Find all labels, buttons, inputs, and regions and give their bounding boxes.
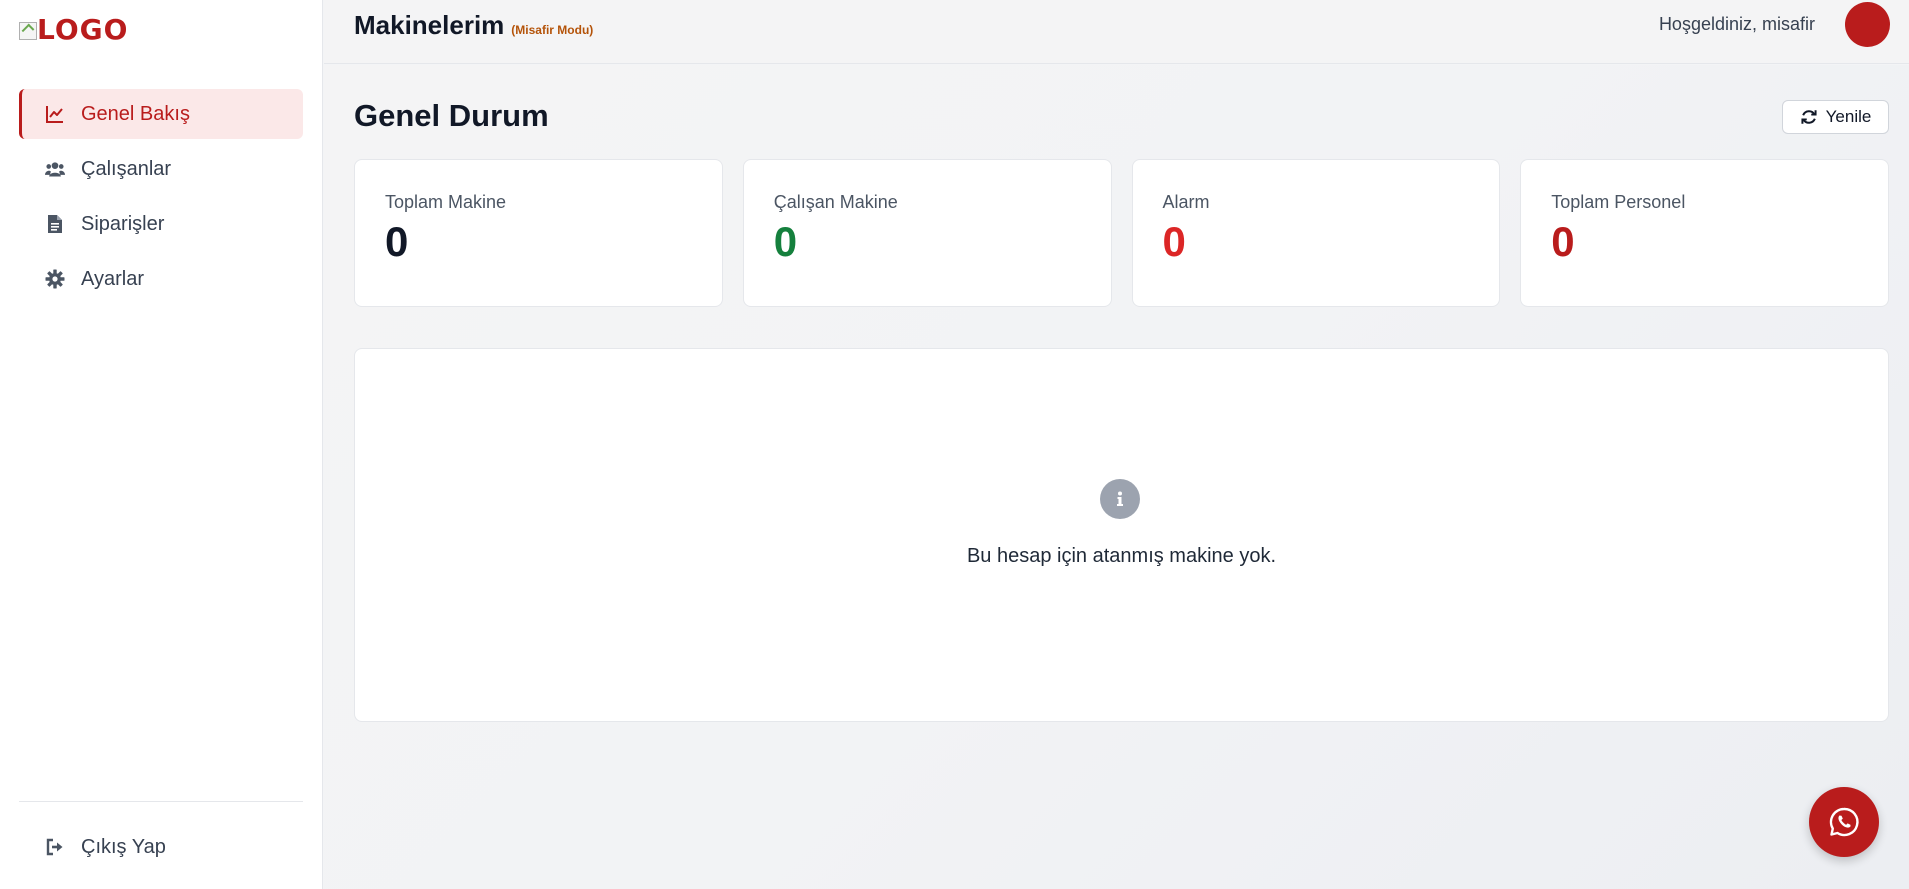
refresh-icon	[1801, 110, 1817, 124]
gear-icon	[43, 267, 67, 291]
users-icon	[43, 157, 67, 181]
sidebar-item-label: Siparişler	[81, 212, 165, 235]
sidebar-item-label: Genel Bakış	[81, 102, 190, 125]
stat-label: Çalışan Makine	[773, 192, 898, 212]
stat-card-running-machines: Çalışan Makine 0	[742, 159, 1112, 307]
whatsapp-icon	[1829, 807, 1859, 837]
sidebar: LOGO Genel Bakış Çalışanlar Siparişler A…	[0, 0, 323, 889]
empty-state-message: Bu hesap için atanmış makine yok.	[966, 545, 1277, 567]
whatsapp-button[interactable]	[1809, 787, 1879, 857]
info-icon	[1100, 479, 1140, 519]
sidebar-item-calisanlar[interactable]: Çalışanlar	[19, 144, 303, 194]
guest-mode-badge: (Misafir Modu)	[511, 23, 594, 37]
sidebar-item-ayarlar[interactable]: Ayarlar	[19, 254, 303, 304]
sidebar-item-label: Çalışanlar	[81, 157, 172, 180]
stat-value: 0	[773, 218, 798, 265]
stat-label: Alarm	[1162, 192, 1210, 212]
logout-label: Çıkış Yap	[81, 835, 166, 858]
broken-image-icon	[19, 22, 37, 40]
refresh-button[interactable]: Yenile	[1782, 100, 1889, 134]
header-title: Makinelerim	[354, 10, 505, 40]
stat-value: 0	[1551, 218, 1575, 265]
stat-cards: Toplam Makine 0 Çalışan Makine 0 Alarm 0…	[354, 159, 1889, 307]
machines-panel: Bu hesap için atanmış makine yok.	[354, 348, 1889, 722]
sidebar-nav: Genel Bakış Çalışanlar Siparişler Ayarla…	[19, 89, 303, 309]
stat-value: 0	[385, 218, 409, 265]
header-title-group: Makinelerim (Misafir Modu)	[354, 10, 593, 41]
sidebar-divider	[19, 801, 303, 802]
sign-out-icon	[43, 835, 67, 859]
logo-text: LOGO	[37, 13, 129, 46]
stat-label: Toplam Makine	[385, 192, 507, 212]
sidebar-item-genel-bakis[interactable]: Genel Bakış	[19, 89, 303, 139]
chart-line-icon	[43, 102, 67, 126]
main-content: Genel Durum Yenile Toplam Makine 0 Çalış…	[324, 65, 1909, 889]
stat-card-total-personnel: Toplam Personel 0	[1520, 159, 1889, 307]
refresh-label: Yenile	[1825, 107, 1872, 126]
stat-label: Toplam Personel	[1551, 192, 1686, 212]
logout-button[interactable]: Çıkış Yap	[19, 822, 303, 872]
avatar[interactable]	[1845, 2, 1890, 47]
stat-card-total-machines: Toplam Makine 0	[354, 159, 723, 307]
welcome-text: Hoşgeldiniz, misafir	[1658, 14, 1815, 34]
stat-card-alarm: Alarm 0	[1131, 159, 1501, 307]
sidebar-item-label: Ayarlar	[81, 267, 144, 290]
page-title: Genel Durum	[354, 98, 549, 133]
top-bar: Makinelerim (Misafir Modu) Hoşgeldiniz, …	[324, 0, 1909, 64]
stat-value: 0	[1162, 218, 1186, 265]
file-icon	[43, 212, 67, 236]
logo[interactable]: LOGO	[19, 6, 128, 46]
sidebar-item-siparisler[interactable]: Siparişler	[19, 199, 303, 249]
